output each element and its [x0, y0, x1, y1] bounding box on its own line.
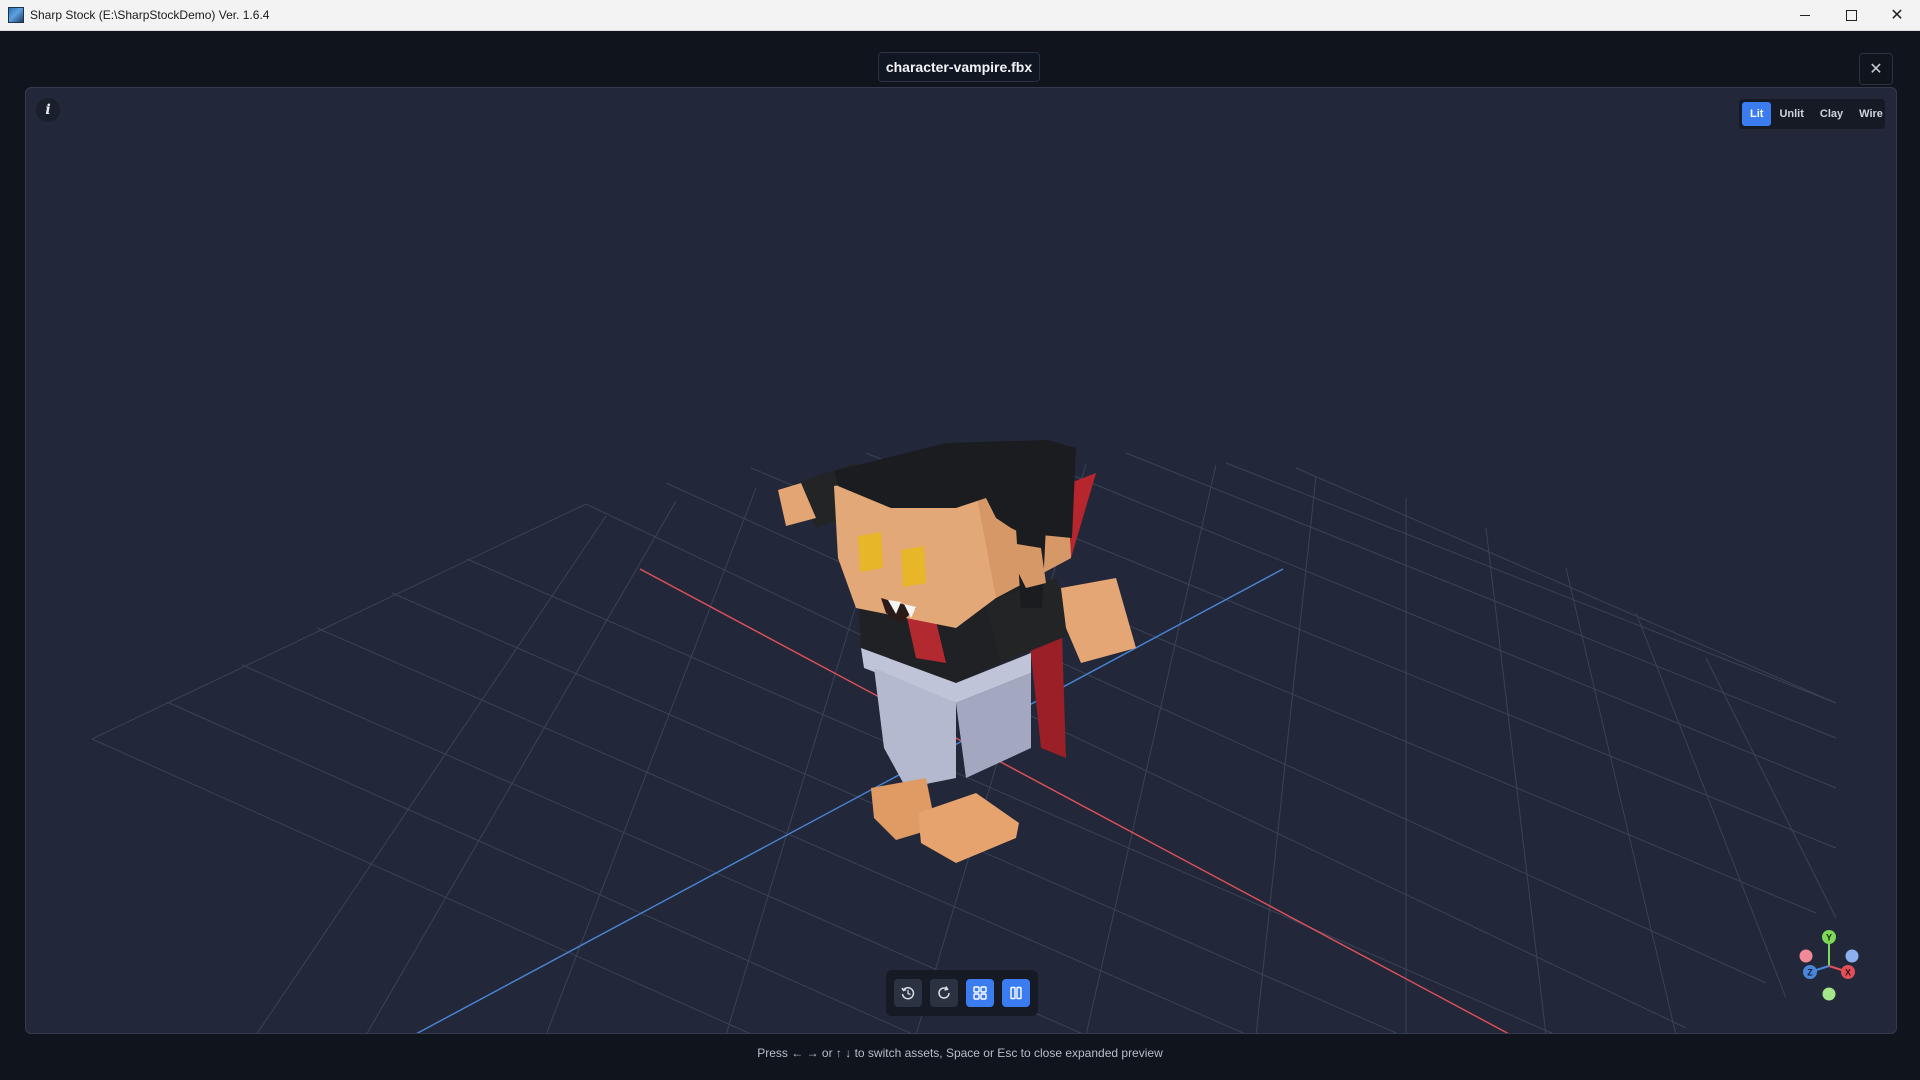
3d-viewport[interactable]: i Lit Unlit Clay Wire Y X Z [25, 87, 1897, 1034]
info-button[interactable]: i [36, 98, 60, 122]
window-controls: ✕ [1782, 0, 1920, 30]
info-icon: i [45, 102, 51, 118]
negative-z-handle[interactable] [1845, 949, 1859, 963]
window-title: Sharp Stock (E:\SharpStockDemo) Ver. 1.6… [30, 8, 270, 22]
scene-canvas [91, 440, 1837, 1033]
maximize-icon [1845, 9, 1857, 21]
keyboard-hint: Press ← → or ↑ ↓ to switch assets, Space… [757, 1046, 1163, 1060]
reset-view-icon [901, 987, 915, 1000]
title-bar: Sharp Stock (E:\SharpStockDemo) Ver. 1.6… [0, 0, 1920, 31]
mode-unlit-button[interactable]: Unlit [1771, 102, 1811, 126]
axis-gizmo[interactable]: Y X Z [1789, 926, 1869, 1006]
grid-icon [973, 986, 987, 1000]
rotate-icon [938, 986, 950, 999]
mode-wire-button[interactable]: Wire [1851, 102, 1891, 126]
close-icon: ✕ [1869, 61, 1883, 78]
minimize-button[interactable] [1782, 0, 1828, 30]
close-icon: ✕ [1890, 7, 1904, 24]
negative-y-handle[interactable] [1822, 987, 1836, 1001]
close-preview-button[interactable]: ✕ [1859, 53, 1893, 85]
vampire-character-model [778, 440, 1136, 863]
render-mode-selector: Lit Unlit Clay Wire [1739, 99, 1885, 129]
z-axis-line [416, 568, 1284, 1033]
x-axis-label: X [1845, 968, 1851, 978]
z-axis-label: Z [1807, 968, 1813, 978]
mode-lit-button[interactable]: Lit [1742, 102, 1772, 126]
pause-button[interactable] [1002, 979, 1030, 1007]
mode-clay-button[interactable]: Clay [1812, 102, 1851, 126]
viewer-toolbar [886, 970, 1038, 1016]
grid-toggle-button[interactable] [966, 979, 994, 1007]
asset-filename: character-vampire.fbx [878, 52, 1040, 82]
rotate-button[interactable] [930, 979, 958, 1007]
reset-view-button[interactable] [894, 979, 922, 1007]
minimize-icon [1800, 14, 1810, 16]
pause-icon [1010, 986, 1022, 1000]
close-window-button[interactable]: ✕ [1874, 0, 1920, 30]
maximize-button[interactable] [1828, 0, 1874, 30]
y-axis-label: Y [1826, 933, 1832, 943]
negative-x-handle[interactable] [1799, 949, 1813, 963]
app-logo-icon [8, 7, 24, 23]
